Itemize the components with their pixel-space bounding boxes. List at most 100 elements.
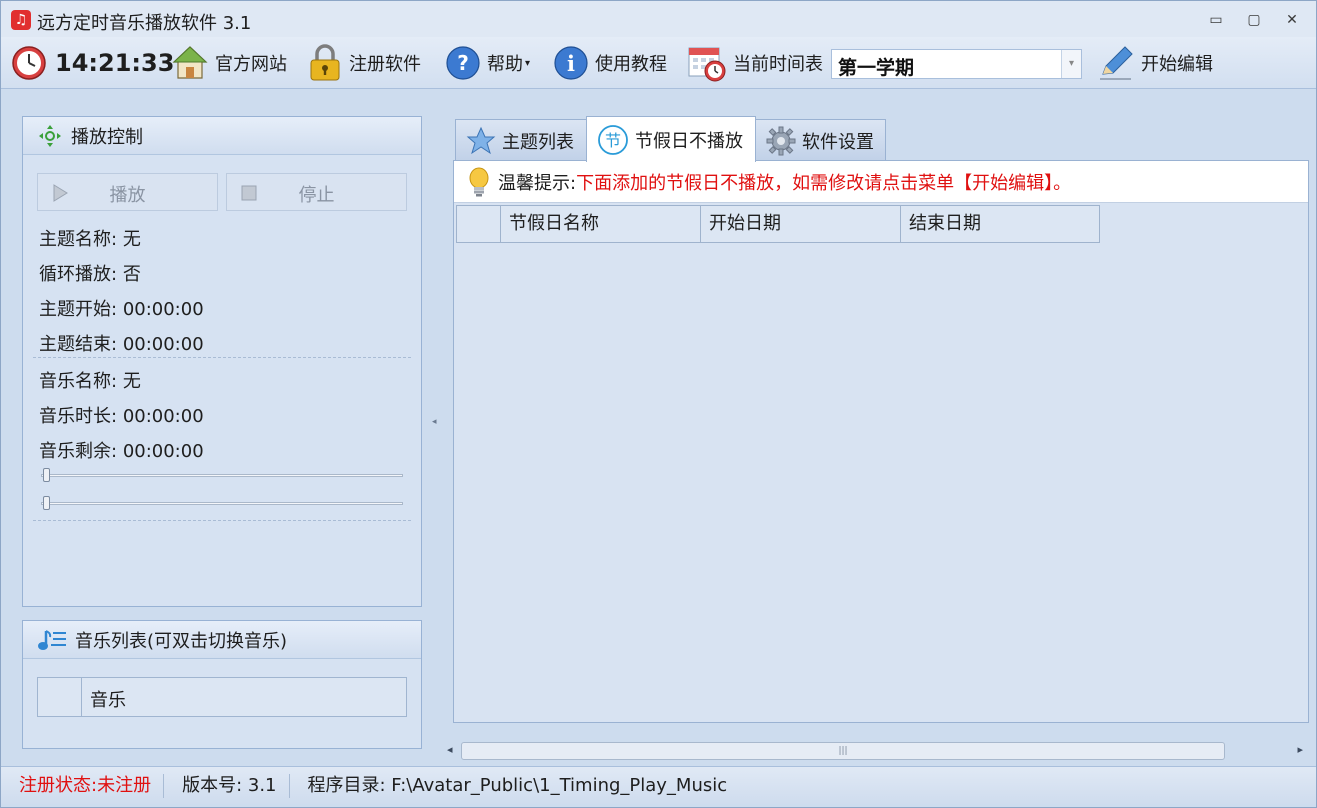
official-site-label: 官方网站 <box>215 54 287 75</box>
clock-display: 14:21:33 <box>11 43 174 83</box>
theme-start-key: 主题开始: <box>39 299 118 320</box>
program-directory: 程序目录: F:\Avatar_Public\1_Timing_Play_Mus… <box>307 774 728 796</box>
loop-row: 循环播放: 否 <box>39 260 141 286</box>
tab-settings-label: 软件设置 <box>802 131 874 153</box>
music-note-icon: ♫ <box>11 10 31 30</box>
tip-text: 下面添加的节假日不播放，如需修改请点击菜单【开始编辑】。 <box>576 172 1072 194</box>
music-duration-row: 音乐时长: 00:00:00 <box>39 402 204 428</box>
toolbar: 14:21:33 官方网站 注册软件 ? 帮助 ▾ i 使用教程 当前时间表 第… <box>1 37 1316 89</box>
tab-settings[interactable]: 软件设置 <box>755 119 886 161</box>
tip-label: 温馨提示: <box>498 172 577 194</box>
tab-holidays[interactable]: 节 节假日不播放 <box>586 116 756 162</box>
app-window: ♫ 远方定时音乐播放软件 3.1 ▭ ▢ ✕ 14:21:33 官方网站 注册软… <box>0 0 1317 808</box>
chevron-down-icon[interactable]: ▾ <box>1061 50 1081 78</box>
holiday-badge: 节 <box>605 131 621 150</box>
lightbulb-icon <box>469 167 489 196</box>
scrollbar-thumb[interactable]: ||| <box>461 742 1225 760</box>
music-table-header: 音乐 <box>37 677 407 717</box>
minimize-button[interactable]: ▭ <box>1203 9 1229 31</box>
play-button[interactable]: 播放 <box>37 173 218 211</box>
music-duration-value: 00:00:00 <box>122 406 204 427</box>
volume-slider-thumb[interactable] <box>43 496 50 510</box>
theme-start-value: 00:00:00 <box>122 299 204 320</box>
register-label: 注册软件 <box>349 54 421 75</box>
calendar-clock-icon <box>688 47 726 82</box>
scroll-right-icon[interactable]: ▸ <box>1297 743 1303 756</box>
play-control-icon <box>39 124 61 147</box>
music-list-icon <box>38 629 66 650</box>
clock-time: 14:21:33 <box>55 49 175 77</box>
progress-slider[interactable] <box>41 468 403 482</box>
help-menu[interactable]: ? 帮助 ▾ <box>445 43 530 83</box>
panel-splitter[interactable]: ◂ <box>429 89 441 761</box>
theme-name-key: 主题名称: <box>39 229 118 250</box>
progress-slider-thumb[interactable] <box>43 468 50 482</box>
stop-button[interactable]: 停止 <box>226 173 407 211</box>
music-column-header[interactable]: 音乐 <box>90 686 126 712</box>
theme-name-row: 主题名称: 无 <box>39 225 141 251</box>
music-name-value: 无 <box>122 371 141 392</box>
divider <box>33 357 411 358</box>
music-remaining-value: 00:00:00 <box>122 441 204 462</box>
music-duration-key: 音乐时长: <box>39 406 118 427</box>
tutorial-button[interactable]: i 使用教程 <box>553 43 667 83</box>
help-label: 帮助 <box>487 54 523 75</box>
tip-bar: 温馨提示: 下面添加的节假日不播放，如需修改请点击菜单【开始编辑】。 <box>454 161 1308 203</box>
gear-icon <box>766 126 796 155</box>
home-icon <box>172 46 208 79</box>
horizontal-scrollbar[interactable]: ◂ ||| ▸ <box>441 741 1309 761</box>
schedule-select[interactable]: 第一学期 ▾ <box>831 49 1082 79</box>
lock-icon <box>310 44 340 81</box>
info-icon: i <box>554 46 588 80</box>
volume-slider-track <box>41 502 403 505</box>
row-indicator-column <box>457 206 501 242</box>
theme-start-row: 主题开始: 00:00:00 <box>39 295 204 321</box>
start-edit-label: 开始编辑 <box>1141 54 1213 75</box>
music-list-title: 音乐列表(可双击切换音乐) <box>75 630 288 652</box>
start-edit-button[interactable]: 开始编辑 <box>1097 43 1213 83</box>
end-date-column[interactable]: 结束日期 <box>901 206 1099 242</box>
svg-text:?: ? <box>457 51 469 75</box>
divider <box>33 520 411 521</box>
holiday-table-header: 节假日名称 开始日期 结束日期 <box>456 205 1100 243</box>
loop-value: 否 <box>122 264 141 285</box>
music-list-header: 音乐列表(可双击切换音乐) <box>23 621 421 659</box>
play-control-panel: 播放控制 播放 停止 主题名称: 无 循环播放: 否 主题开始: 00:00:0… <box>22 116 422 607</box>
holiday-name-column[interactable]: 节假日名称 <box>501 206 701 242</box>
status-bar: 注册状态:未注册 版本号: 3.1 程序目录: F:\Avatar_Public… <box>1 766 1316 804</box>
version-info: 版本号: 3.1 <box>164 773 290 798</box>
schedule-select-value: 第一学期 <box>838 57 915 79</box>
theme-end-value: 00:00:00 <box>122 334 204 355</box>
music-name-key: 音乐名称: <box>39 371 118 392</box>
music-list-panel: 音乐列表(可双击切换音乐) 音乐 <box>22 620 422 749</box>
row-indicator-column <box>38 678 82 716</box>
scroll-left-icon[interactable]: ◂ <box>447 743 453 756</box>
volume-slider[interactable] <box>41 496 403 510</box>
clock-icon <box>12 46 46 80</box>
svg-text:i: i <box>567 51 575 76</box>
tab-theme-list-label: 主题列表 <box>502 131 574 153</box>
tab-holidays-label: 节假日不播放 <box>635 130 743 152</box>
current-schedule: 当前时间表 <box>687 43 823 83</box>
holiday-tab-content: 温馨提示: 下面添加的节假日不播放，如需修改请点击菜单【开始编辑】。 节假日名称… <box>453 160 1309 723</box>
loop-key: 循环播放: <box>39 264 118 285</box>
official-site-button[interactable]: 官方网站 <box>171 43 287 83</box>
start-date-column[interactable]: 开始日期 <box>701 206 901 242</box>
theme-end-row: 主题结束: 00:00:00 <box>39 330 204 356</box>
dropdown-arrow-icon: ▾ <box>525 57 531 69</box>
help-icon: ? <box>446 46 480 80</box>
collapse-left-icon[interactable]: ◂ <box>432 417 437 427</box>
tab-theme-list[interactable]: 主题列表 <box>455 119 587 161</box>
pencil-icon <box>1100 46 1133 80</box>
current-schedule-label: 当前时间表 <box>733 54 823 75</box>
register-button[interactable]: 注册软件 <box>307 43 421 83</box>
window-title: 远方定时音乐播放软件 3.1 <box>37 13 252 34</box>
music-remaining-key: 音乐剩余: <box>39 441 118 462</box>
maximize-button[interactable]: ▢ <box>1241 9 1267 31</box>
close-button[interactable]: ✕ <box>1279 9 1305 31</box>
music-name-row: 音乐名称: 无 <box>39 367 141 393</box>
play-control-title: 播放控制 <box>71 126 143 148</box>
music-remaining-row: 音乐剩余: 00:00:00 <box>39 437 204 463</box>
star-icon <box>466 126 496 154</box>
holiday-icon: 节 <box>598 124 628 155</box>
